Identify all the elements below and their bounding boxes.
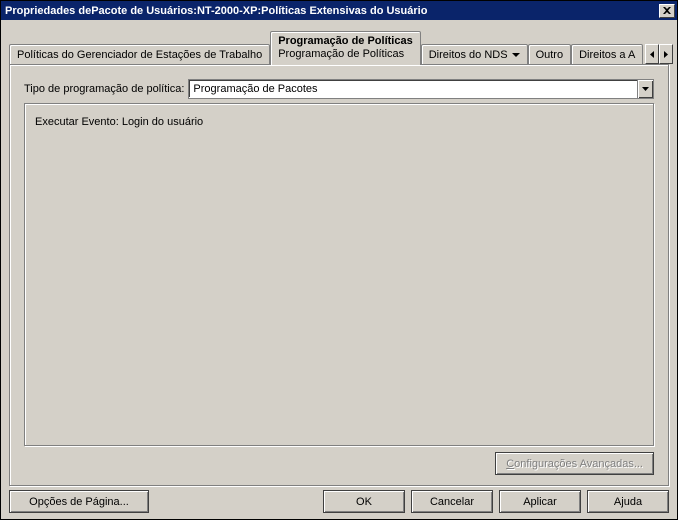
combobox-value: Programação de Pacotes — [193, 83, 637, 95]
window-title: Propriedades dePacote de Usuários:NT-200… — [5, 5, 659, 17]
tab-label: Programação de Políticas — [278, 35, 413, 47]
advanced-settings-button: Configurações Avançadas... — [495, 452, 654, 475]
tab-scroll-right-button[interactable] — [659, 44, 673, 64]
help-button[interactable]: Ajuda — [587, 490, 669, 513]
close-icon — [663, 7, 671, 14]
button-label: OK — [356, 496, 372, 508]
policy-type-row: Tipo de programação de política: Program… — [24, 79, 654, 99]
policy-type-combobox[interactable]: Programação de Pacotes — [188, 79, 654, 99]
apply-button[interactable]: Aplicar — [499, 490, 581, 513]
tab-sublabel: Programação de Políticas — [278, 48, 404, 60]
schedule-event-text: Executar Evento: Login do usuário — [35, 116, 643, 128]
chevron-left-icon — [650, 51, 654, 58]
chevron-down-icon — [642, 87, 649, 91]
tab-nds-rights[interactable]: Direitos do NDS — [421, 44, 528, 64]
policy-type-label: Tipo de programação de política: — [24, 83, 184, 95]
button-label: Opções de Página... — [29, 496, 129, 508]
tab-workstation-policies[interactable]: Políticas do Gerenciador de Estações de … — [9, 44, 270, 64]
tab-scroller — [645, 44, 673, 64]
dialog-window: Propriedades dePacote de Usuários:NT-200… — [0, 0, 678, 520]
schedule-list-pane: Executar Evento: Login do usuário — [24, 103, 654, 446]
chevron-down-icon — [512, 53, 520, 57]
tab-panel: Tipo de programação de política: Program… — [9, 64, 669, 486]
tab-policy-scheduling[interactable]: Programação de Políticas Programação de … — [270, 31, 421, 65]
combobox-dropdown-button[interactable] — [637, 80, 653, 98]
tab-label: Direitos a A — [579, 49, 635, 61]
tab-scroll-left-button[interactable] — [645, 44, 659, 64]
page-options-button[interactable]: Opções de Página... — [9, 490, 149, 513]
dialog-body: Políticas do Gerenciador de Estações de … — [1, 20, 677, 519]
tab-rights-to[interactable]: Direitos a A — [571, 44, 643, 64]
button-label: Aplicar — [523, 496, 557, 508]
tab-label: Políticas do Gerenciador de Estações de … — [17, 49, 262, 61]
ok-button[interactable]: OK — [323, 490, 405, 513]
cancel-button[interactable]: Cancelar — [411, 490, 493, 513]
button-label: Ajuda — [614, 496, 642, 508]
tab-label: Outro — [536, 49, 564, 61]
advanced-row: Configurações Avançadas... — [24, 452, 654, 475]
button-label: Cancelar — [430, 496, 474, 508]
titlebar: Propriedades dePacote de Usuários:NT-200… — [1, 1, 677, 20]
button-label: Configurações Avançadas... — [506, 458, 643, 470]
tab-label: Direitos do NDS — [429, 49, 508, 61]
chevron-right-icon — [664, 51, 668, 58]
tab-row: Políticas do Gerenciador de Estações de … — [9, 28, 669, 64]
tab-other[interactable]: Outro — [528, 44, 572, 64]
dialog-footer: Opções de Página... OK Cancelar Aplicar … — [9, 486, 669, 513]
close-button[interactable] — [659, 4, 675, 18]
